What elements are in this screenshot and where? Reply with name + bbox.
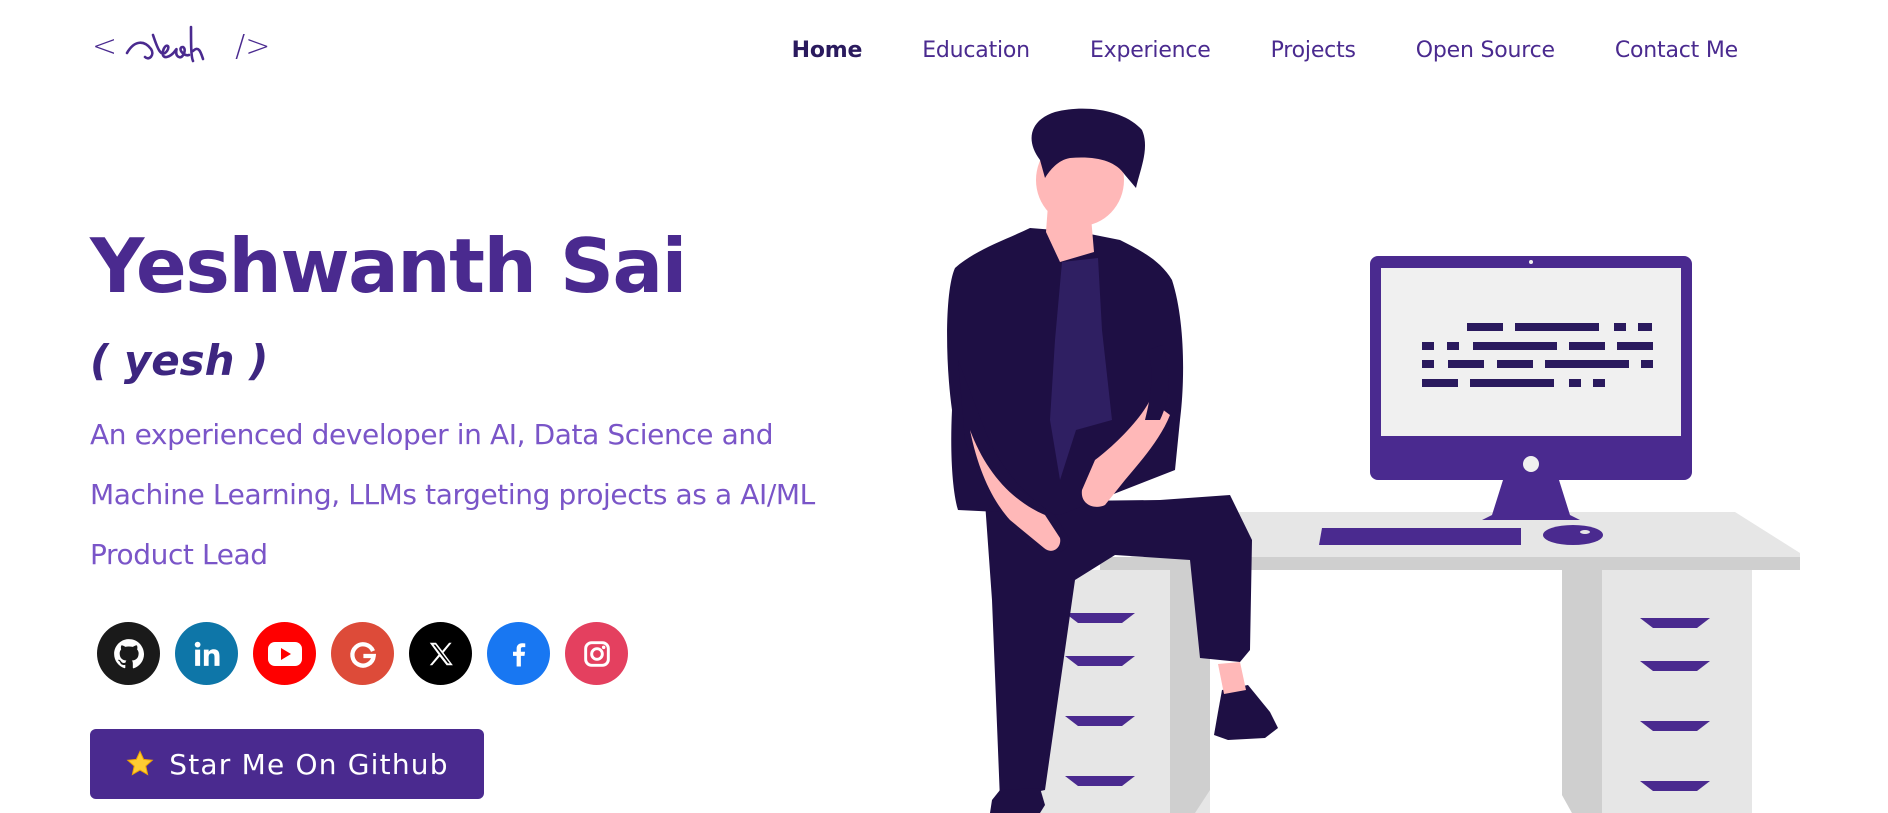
- nav-education[interactable]: Education: [892, 32, 1060, 69]
- logo-left-bracket: <: [92, 28, 118, 64]
- developer-illustration: [947, 108, 1800, 813]
- hero-nickname: ( yesh ): [90, 336, 269, 385]
- site-logo[interactable]: < />: [92, 18, 270, 74]
- hero-name: Yeshwanth Sai: [90, 222, 687, 310]
- linkedin-icon[interactable]: [175, 622, 238, 685]
- star-on-github-button[interactable]: Star Me On Github: [90, 729, 484, 799]
- social-links: [97, 622, 628, 685]
- hero-description: An experienced developer in AI, Data Sci…: [90, 418, 815, 571]
- nav-experience[interactable]: Experience: [1060, 32, 1241, 69]
- facebook-icon[interactable]: [487, 622, 550, 685]
- google-icon[interactable]: [331, 622, 394, 685]
- logo-right-bracket: />: [235, 28, 271, 64]
- logo-signature: [125, 25, 205, 63]
- nav-projects[interactable]: Projects: [1241, 32, 1386, 69]
- instagram-icon[interactable]: [565, 622, 628, 685]
- github-icon[interactable]: [97, 622, 160, 685]
- nav-contact-me[interactable]: Contact Me: [1585, 32, 1768, 69]
- main-nav: Home Education Experience Projects Open …: [762, 32, 1768, 69]
- star-icon: [126, 750, 154, 776]
- nav-open-source[interactable]: Open Source: [1386, 32, 1585, 69]
- nav-home[interactable]: Home: [762, 32, 893, 69]
- star-button-label: Star Me On Github: [169, 747, 449, 781]
- youtube-icon[interactable]: [253, 622, 316, 685]
- x-icon[interactable]: [409, 622, 472, 685]
